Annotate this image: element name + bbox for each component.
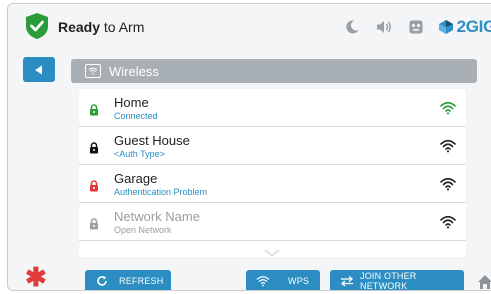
lock-icon [90, 180, 98, 192]
wifi-signal-icon [440, 139, 456, 153]
arm-status-text: Ready to Arm [58, 19, 144, 35]
brand-mark-icon [438, 20, 453, 34]
network-status: Connected [114, 111, 158, 121]
network-name: Garage [114, 171, 158, 186]
page-title: Wireless [109, 63, 159, 79]
swap-arrows-icon [340, 275, 354, 287]
top-status-bar: Ready to Arm 2GIG [8, 4, 491, 48]
bottom-toolbar: ✱ REFRESH WPS JOIN OTHER NETWORK [8, 263, 491, 291]
network-status: <Auth Type> [114, 149, 165, 159]
section-header: Wireless [71, 59, 477, 83]
network-status: Open Network [114, 225, 172, 235]
wifi-icon [256, 275, 270, 287]
device-icon[interactable] [406, 17, 426, 37]
speaker-icon[interactable] [374, 17, 394, 37]
wifi-box-icon [85, 64, 101, 78]
join-other-network-button[interactable]: JOIN OTHER NETWORK [330, 270, 464, 291]
emergency-asterisk-icon[interactable]: ✱ [25, 263, 47, 290]
wps-button[interactable]: WPS [246, 270, 320, 290]
network-row-guest-house[interactable]: Guest House <Auth Type> [79, 127, 466, 165]
network-row-open[interactable]: Network Name Open Network [79, 203, 466, 241]
wps-label: WPS [288, 276, 310, 286]
lock-icon [90, 104, 98, 116]
home-icon[interactable] [477, 274, 491, 290]
back-arrow-icon [35, 65, 42, 74]
lock-icon [90, 218, 98, 230]
network-list[interactable]: Home Connected Guest House <Auth Type> G… [79, 89, 466, 257]
network-name: Network Name [114, 209, 200, 224]
brand-logo: 2GIG [438, 17, 491, 37]
refresh-icon [95, 275, 109, 287]
top-icons: 2GIG [342, 16, 491, 38]
wifi-signal-icon [440, 101, 456, 115]
refresh-button[interactable]: REFRESH [85, 270, 171, 290]
shield-check-icon [26, 13, 48, 39]
moon-icon[interactable] [342, 17, 362, 37]
network-name: Guest House [114, 133, 190, 148]
join-other-network-label: JOIN OTHER NETWORK [360, 271, 417, 291]
network-row-home[interactable]: Home Connected [79, 89, 466, 127]
lock-icon [90, 142, 98, 154]
brand-text: 2GIG [456, 17, 491, 36]
wifi-signal-icon [440, 215, 456, 229]
network-status: Authentication Problem [114, 187, 208, 197]
status-bold: Ready [58, 19, 101, 35]
chevron-down-icon[interactable] [264, 249, 280, 257]
wifi-signal-icon [440, 177, 456, 191]
network-row-garage[interactable]: Garage Authentication Problem [79, 165, 466, 203]
status-rest: to Arm [100, 19, 145, 35]
network-name: Home [114, 95, 149, 110]
back-button[interactable] [23, 57, 55, 82]
refresh-label: REFRESH [119, 276, 164, 286]
app-frame: Ready to Arm 2GIG Wireless [7, 3, 491, 291]
